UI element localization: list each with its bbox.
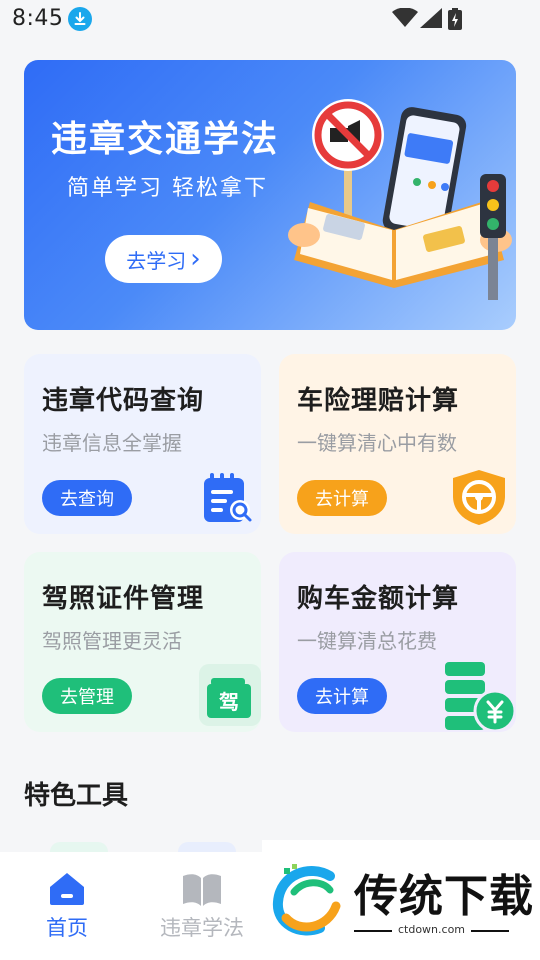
card-subtitle: 违章信息全掌握 [42,431,182,455]
learn-law-banner[interactable]: 违章交通学法 简单学习 轻松拿下 去学习 › [24,60,516,330]
card-title: 违章代码查询 [42,386,205,416]
calculate-purchase-button[interactable]: 去计算 [297,678,387,714]
watermark-text: 传统下载 [354,871,534,922]
go-learn-label: 去学习 [126,248,187,273]
insurance-claim-card[interactable]: 车险理赔计算 一键算清心中有数 去计算 [279,354,516,534]
go-learn-button[interactable]: 去学习 › [105,235,222,283]
watermark-logo: 传统下载 ctdown.com [262,840,540,960]
coins-yuan-icon [445,662,516,732]
status-time: 8:45 [12,6,64,31]
tab-home[interactable]: 首页 [2,852,132,960]
calculate-insurance-button[interactable]: 去计算 [297,480,387,516]
signal-icon [420,8,442,28]
download-icon [68,7,92,31]
shield-steering-wheel-icon [453,470,505,525]
banner-subtitle: 简单学习 轻松拿下 [67,176,268,201]
license-manage-card[interactable]: 驾照证件管理 驾照管理更灵活 去管理 驾 [24,552,261,732]
card-subtitle: 一键算清心中有数 [297,431,457,455]
book-icon [183,874,221,906]
driver-license-icon: 驾 [199,664,261,726]
query-button[interactable]: 去查询 [42,480,132,516]
car-purchase-card[interactable]: 购车金额计算 一键算清总花费 去计算 [279,552,516,732]
clipboard-search-icon [204,473,252,522]
card-title: 车险理赔计算 [297,386,460,416]
featured-tools-heading: 特色工具 [24,781,129,811]
svg-text:驾: 驾 [219,690,239,714]
watermark-rule [471,930,509,932]
wifi-icon [392,8,418,27]
home-icon [50,873,84,905]
watermark-swirl-icon [272,864,341,936]
tab-learn-law[interactable]: 违章学法 [137,852,267,960]
banner-title: 违章交通学法 [51,119,280,160]
card-subtitle: 驾照管理更灵活 [42,629,182,653]
card-title: 购车金额计算 [297,584,460,614]
traffic-book-illustration [288,99,512,300]
card-title: 驾照证件管理 [42,584,205,614]
battery-charging-icon [448,8,462,30]
tab-learn-law-label: 违章学法 [160,916,244,940]
violation-code-card[interactable]: 违章代码查询 违章信息全掌握 去查询 [24,354,261,534]
tab-home-label: 首页 [46,916,88,940]
status-bar: 8:45 [0,0,540,40]
card-subtitle: 一键算清总花费 [297,629,437,653]
manage-button[interactable]: 去管理 [42,678,132,714]
chevron-right-icon: › [190,244,201,274]
